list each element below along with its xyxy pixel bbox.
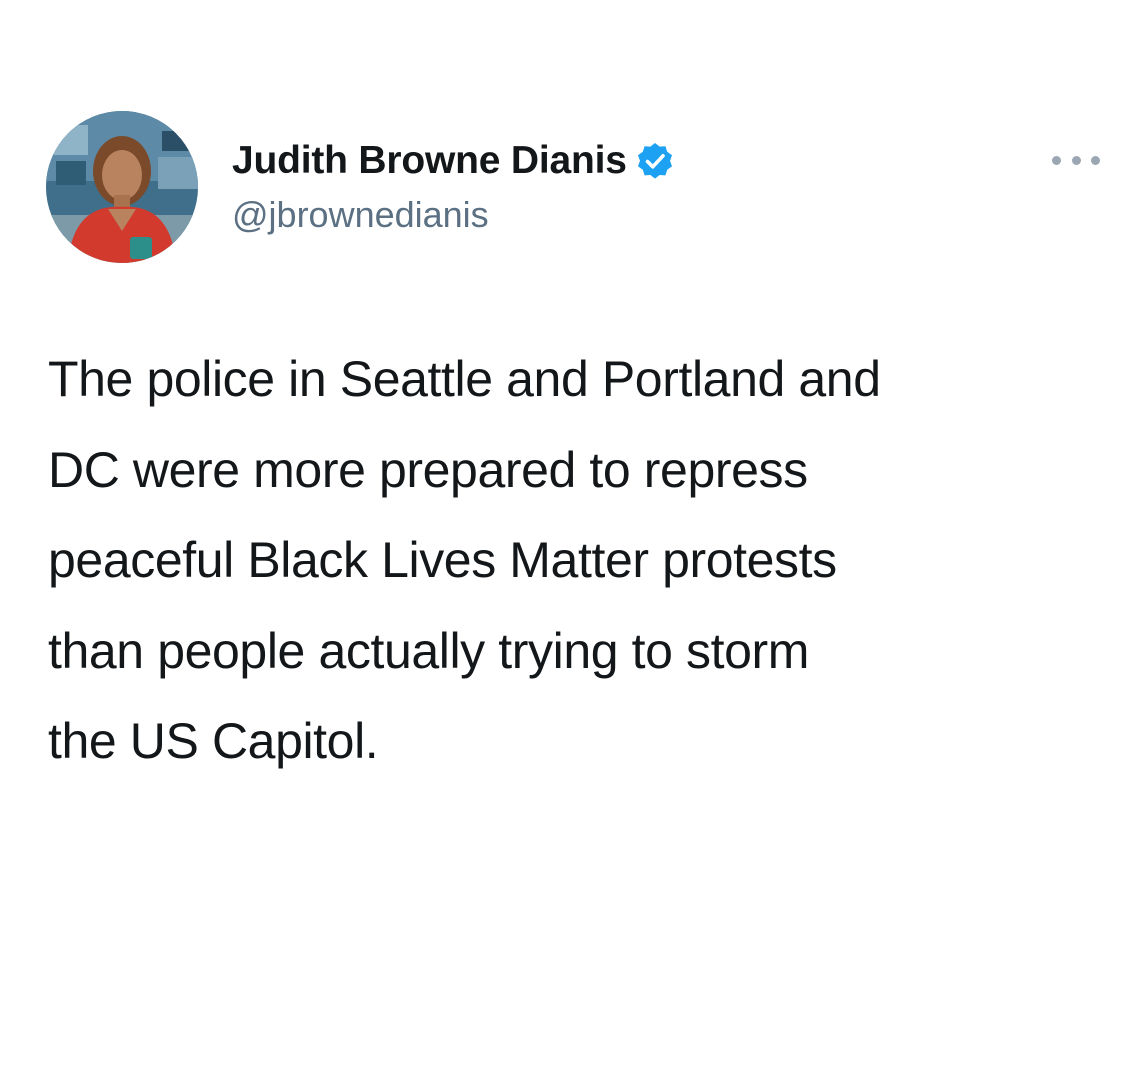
author-handle[interactable]: @jbrownedianis <box>232 194 489 236</box>
more-dot <box>1071 155 1081 165</box>
tweet-text-line: the US Capitol. <box>48 713 379 769</box>
more-dot <box>1091 155 1100 165</box>
author-avatar[interactable] <box>46 111 198 263</box>
tweet-text: The police in Seattle and Portland and D… <box>48 334 1108 787</box>
author-name-row: Judith Browne Dianis <box>232 136 675 186</box>
tweet-card: Judith Browne Dianis @jbrownedianis The … <box>0 0 1125 1065</box>
tweet-text-line: than people actually trying to storm <box>48 622 810 679</box>
more-options-icon[interactable] <box>1052 148 1100 172</box>
author-display-name[interactable]: Judith Browne Dianis <box>232 139 627 183</box>
tweet-text-line: DC were more prepared to repress <box>48 441 808 498</box>
verified-badge-icon <box>635 141 675 181</box>
more-dot <box>1052 155 1061 165</box>
tweet-text-line: The police in Seattle and Portland and <box>48 351 881 407</box>
tweet-text-line: peaceful Black Lives Matter protests <box>48 532 837 588</box>
avatar-photo <box>46 111 198 263</box>
